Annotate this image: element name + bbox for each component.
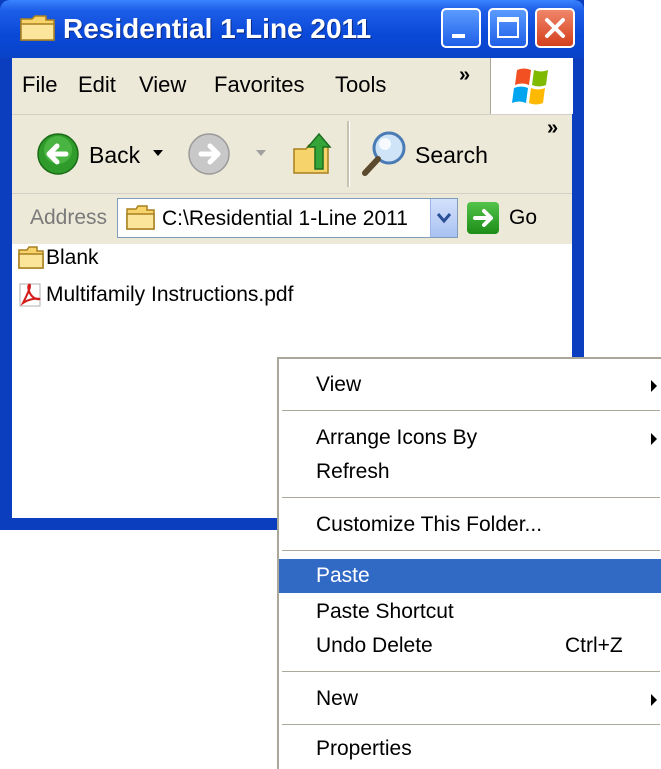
windows-logo [490, 58, 573, 114]
back-arrow-icon[interactable] [36, 132, 80, 176]
menu-item-label: Refresh [316, 460, 390, 483]
standard-toolbar: Back Search » [12, 115, 572, 194]
context-menu-item-properties[interactable]: Properties [279, 732, 661, 766]
close-icon [545, 18, 565, 38]
submenu-arrow-icon [651, 694, 657, 706]
submenu-arrow-icon [651, 433, 657, 445]
menu-item-label: Properties [316, 737, 412, 760]
context-menu-item-customize-folder[interactable]: Customize This Folder... [279, 508, 661, 542]
maximize-button[interactable] [488, 8, 528, 48]
menu-overflow-chevron[interactable]: » [459, 64, 470, 87]
list-item-name: Multifamily Instructions.pdf [46, 283, 294, 306]
toolbar-separator [347, 121, 350, 187]
address-input[interactable]: C:\Residential 1-Line 2011 [117, 198, 458, 238]
menu-item-label: Customize This Folder... [316, 513, 543, 536]
folder-icon [126, 205, 155, 230]
menu-item-label: Arrange Icons By [316, 426, 478, 449]
context-menu-item-new[interactable]: New [279, 682, 661, 716]
back-button-label[interactable]: Back [89, 142, 140, 169]
context-menu-item-refresh[interactable]: Refresh [279, 455, 661, 489]
window-title: Residential 1-Line 2011 [63, 13, 372, 44]
minimize-button[interactable] [441, 8, 481, 48]
menu-item-label: New [316, 687, 359, 710]
context-menu-item-undo-delete[interactable]: Undo Delete Ctrl+Z [279, 629, 661, 663]
menu-separator [282, 724, 660, 725]
forward-arrow-icon [188, 133, 230, 175]
title-bar[interactable]: Residential 1-Line 2011 [0, 0, 584, 58]
context-menu-item-arrange-icons-by[interactable]: Arrange Icons By [279, 421, 661, 455]
menu-separator [282, 497, 660, 498]
menu-item-label: View [316, 373, 362, 396]
menu-separator [282, 410, 660, 411]
chevron-down-icon [436, 213, 452, 224]
menu-view[interactable]: View [139, 72, 186, 98]
go-arrow-icon [473, 209, 493, 227]
menu-edit[interactable]: Edit [78, 72, 116, 98]
maximize-icon [497, 17, 519, 38]
forward-dropdown-icon [256, 150, 266, 156]
back-dropdown-icon[interactable] [152, 148, 164, 158]
menu-file[interactable]: File [22, 72, 57, 98]
address-dropdown-button[interactable] [430, 199, 457, 237]
submenu-arrow-icon [651, 380, 657, 392]
menu-item-label: Paste [316, 564, 370, 587]
address-value[interactable]: C:\Residential 1-Line 2011 [162, 207, 408, 231]
context-menu-item-paste-shortcut[interactable]: Paste Shortcut [279, 595, 661, 629]
menu-bar: File Edit View Favorites Tools » [12, 58, 573, 115]
folder-icon [20, 15, 55, 41]
menu-tools[interactable]: Tools [335, 72, 386, 98]
list-item-name: Blank [46, 246, 99, 269]
windows-flag-icon [512, 68, 548, 105]
go-button-label[interactable]: Go [509, 206, 537, 230]
menu-favorites[interactable]: Favorites [214, 72, 304, 98]
search-button-label[interactable]: Search [415, 142, 488, 169]
context-menu: View Arrange Icons By Refresh Customize … [277, 357, 661, 769]
minimize-icon [452, 34, 465, 38]
context-menu-item-paste[interactable]: Paste [279, 559, 661, 593]
toolbar-overflow-chevron[interactable]: » [547, 117, 558, 140]
folder-up-icon[interactable] [288, 129, 338, 179]
menu-separator [282, 550, 660, 551]
folder-icon [18, 246, 44, 269]
address-label: Address [30, 206, 108, 229]
go-icon[interactable] [467, 202, 499, 234]
menu-item-label: Paste Shortcut [316, 600, 454, 623]
search-icon[interactable] [359, 127, 411, 179]
menu-item-shortcut: Ctrl+Z [565, 634, 623, 657]
pdf-icon [19, 283, 41, 307]
menu-separator [282, 671, 660, 672]
menu-item-label: Undo Delete [316, 634, 433, 657]
close-button[interactable] [535, 8, 575, 48]
context-menu-item-view[interactable]: View [279, 368, 661, 402]
address-bar: Address C:\Residential 1-Line 2011 Go [12, 194, 572, 244]
